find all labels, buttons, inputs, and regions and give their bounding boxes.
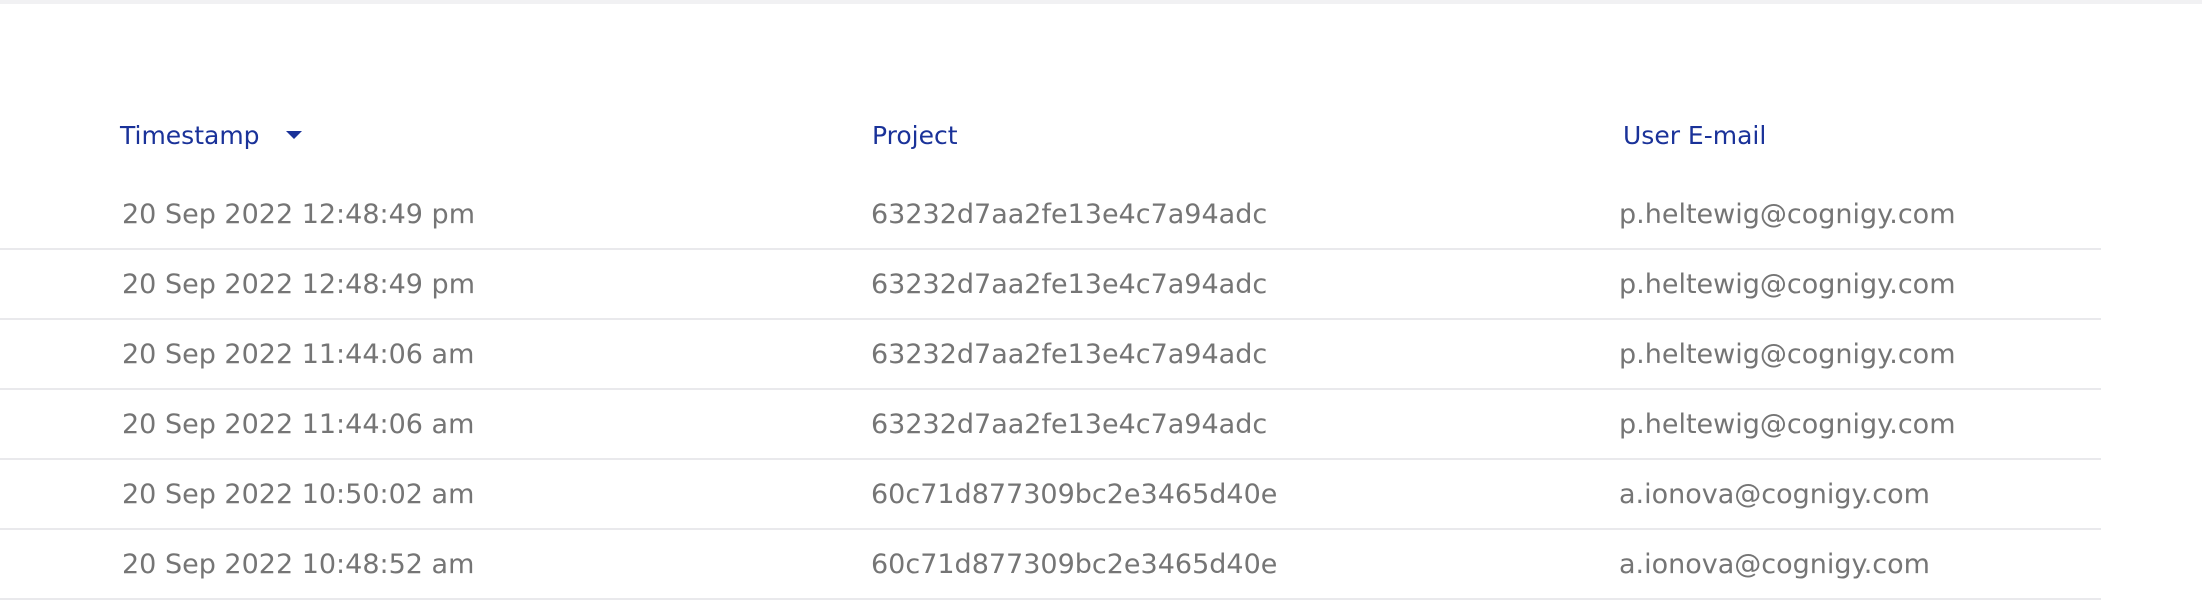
column-header-label: Project (872, 120, 958, 150)
sort-descending-icon[interactable] (285, 131, 302, 139)
cell-project: 63232d7aa2fe13e4c7a94adc (871, 408, 1268, 440)
column-header-label: User E-mail (1623, 120, 1767, 150)
column-header-timestamp[interactable]: Timestamp (120, 112, 302, 158)
table-row[interactable]: 20 Sep 2022 12:48:49 pm 63232d7aa2fe13e4… (0, 180, 2101, 250)
table-row[interactable]: 20 Sep 2022 12:48:49 pm 63232d7aa2fe13e4… (0, 250, 2101, 320)
cell-user-email: a.ionova@cognigy.com (1619, 478, 1930, 510)
table-row[interactable]: 20 Sep 2022 11:44:06 am 63232d7aa2fe13e4… (0, 320, 2101, 390)
cell-project: 63232d7aa2fe13e4c7a94adc (871, 338, 1268, 370)
cell-timestamp: 20 Sep 2022 10:50:02 am (122, 478, 475, 510)
cell-project: 60c71d877309bc2e3465d40e (871, 478, 1278, 510)
cell-project: 63232d7aa2fe13e4c7a94adc (871, 198, 1268, 230)
top-divider (0, 0, 2202, 4)
column-header-user-email[interactable]: User E-mail (1623, 112, 1766, 158)
cell-user-email: a.ionova@cognigy.com (1619, 548, 1930, 580)
cell-user-email: p.heltewig@cognigy.com (1619, 268, 1956, 300)
cell-timestamp: 20 Sep 2022 12:48:49 pm (122, 268, 475, 300)
table-row[interactable]: 20 Sep 2022 10:50:02 am 60c71d877309bc2e… (0, 460, 2101, 530)
cell-timestamp: 20 Sep 2022 11:44:06 am (122, 408, 475, 440)
cell-timestamp: 20 Sep 2022 10:48:52 am (122, 548, 475, 580)
table-row[interactable]: 20 Sep 2022 10:48:52 am 60c71d877309bc2e… (0, 530, 2101, 600)
table-body: 20 Sep 2022 12:48:49 pm 63232d7aa2fe13e4… (0, 180, 2101, 600)
cell-user-email: p.heltewig@cognigy.com (1619, 408, 1956, 440)
column-header-label: Timestamp (120, 120, 260, 150)
cell-user-email: p.heltewig@cognigy.com (1619, 198, 1956, 230)
table-row[interactable]: 20 Sep 2022 11:44:06 am 63232d7aa2fe13e4… (0, 390, 2101, 460)
cell-timestamp: 20 Sep 2022 12:48:49 pm (122, 198, 475, 230)
table-header: Timestamp Project User E-mail (0, 112, 2101, 158)
column-header-project[interactable]: Project (872, 112, 958, 158)
cell-project: 63232d7aa2fe13e4c7a94adc (871, 268, 1268, 300)
cell-user-email: p.heltewig@cognigy.com (1619, 338, 1956, 370)
cell-project: 60c71d877309bc2e3465d40e (871, 548, 1278, 580)
cell-timestamp: 20 Sep 2022 11:44:06 am (122, 338, 475, 370)
